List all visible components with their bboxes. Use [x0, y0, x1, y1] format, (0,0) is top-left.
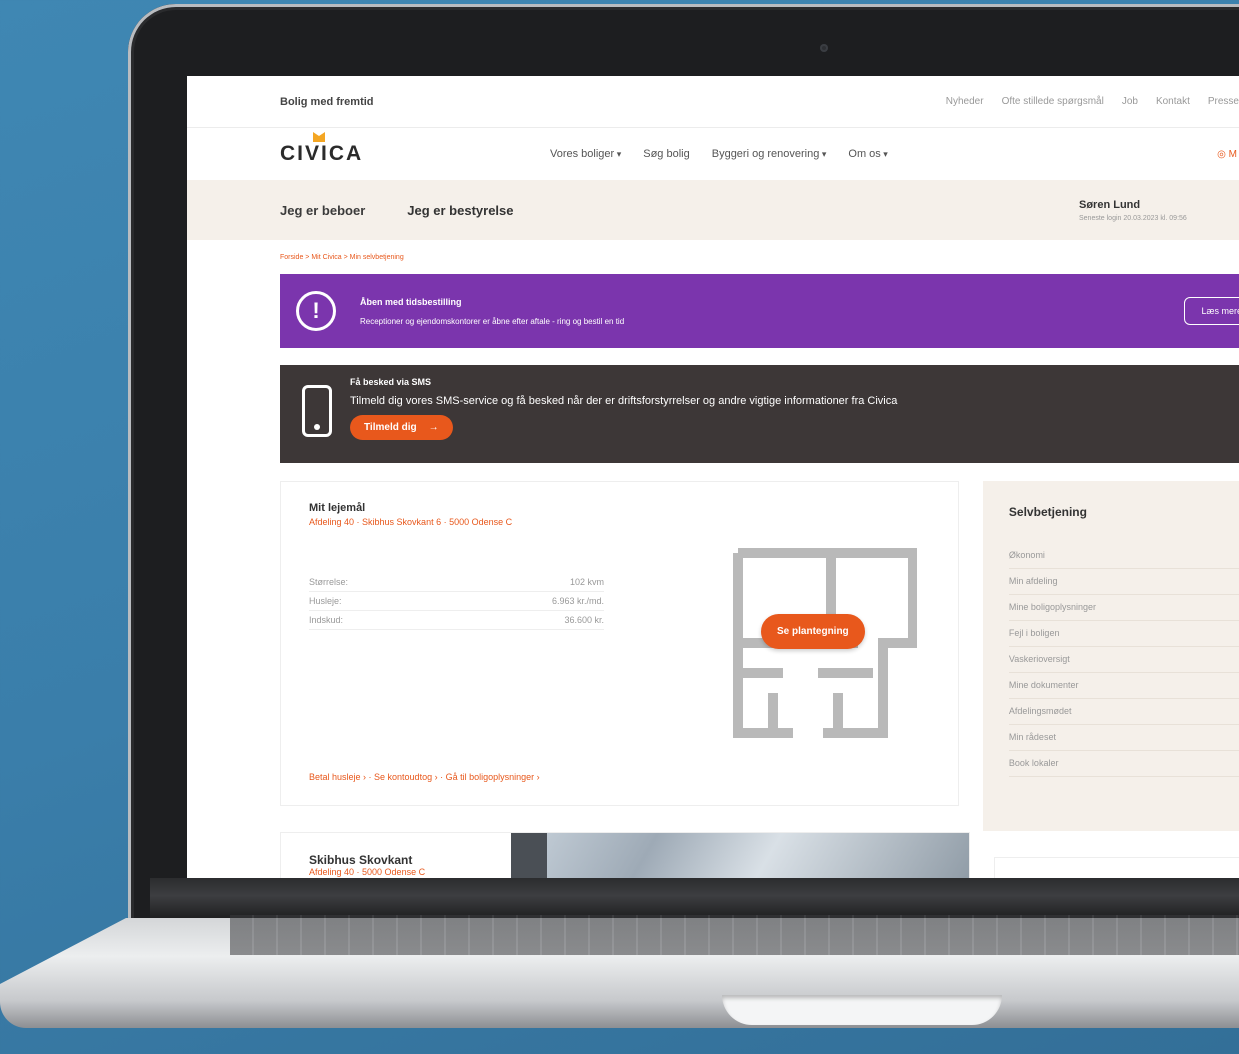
sms-banner: Få besked via SMS Tilmeld dig vores SMS-… [280, 365, 1239, 463]
keyboard-edge [230, 915, 1239, 955]
lease-address: Afdeling 40 · Skibhus Skovkant 6 · 5000 … [309, 517, 513, 527]
exclamation-icon: ! [296, 291, 336, 331]
main-menu: Vores boliger Søg bolig Byggeri og renov… [550, 148, 888, 160]
breadcrumb[interactable]: Forside > Mit Civica > Min selvbetjening [187, 240, 1239, 274]
lease-card: Mit lejemål Afdeling 40 · Skibhus Skovka… [280, 481, 959, 806]
selfservice-item[interactable]: Min afdeling [1008, 569, 1239, 595]
top-link-job[interactable]: Job [1122, 96, 1138, 107]
top-bar: Bolig med fremtid Nyheder Ofte stillede … [187, 76, 1239, 128]
selfservice-item[interactable]: Book lokaler [1008, 751, 1239, 777]
lease-facts: Størrelse: 102 kvm Husleje: 6.963 kr./md. … [309, 573, 604, 630]
building-photo [511, 833, 969, 879]
selfservice-item[interactable]: Vaskerioversigt [1008, 647, 1239, 673]
selfservice-panel: Selvbetjening Økonomi Min afdeling Mine … [982, 481, 1239, 831]
sms-signup-button[interactable]: Tilmeld dig → [350, 415, 453, 440]
selfservice-item[interactable]: Min rådeset [1008, 725, 1239, 751]
menu-soeg-bolig[interactable]: Søg bolig [643, 148, 689, 160]
selfservice-item[interactable]: Mine dokumenter [1008, 673, 1239, 699]
trackpad-notch [722, 995, 1002, 1025]
selfservice-title: Selvbetjening [1008, 505, 1087, 519]
main-content: Mit lejemål Afdeling 40 · Skibhus Skovka… [280, 481, 1239, 831]
logo-crown-icon [313, 132, 325, 142]
lease-links[interactable]: Betal husleje › · Se kontoudtog › · Gå t… [309, 772, 540, 782]
tab-beboer[interactable]: Jeg er beboer [280, 203, 365, 218]
floorplan-button[interactable]: Se plantegning [761, 614, 865, 649]
role-subnav: Jeg er beboer Jeg er bestyrelse Søren Lu… [187, 180, 1239, 240]
sms-title: Få besked via SMS [350, 377, 432, 387]
department-card: Skibhus Skovkant Afdeling 40 · 5000 Oden… [280, 832, 970, 879]
user-info: Søren Lund Seneste login 20.03.2023 kl. … [1079, 199, 1239, 222]
menu-byggeri[interactable]: Byggeri og renovering [712, 148, 827, 160]
alert-title: Åben med tidsbestilling [360, 296, 462, 307]
fact-row: Indskud: 36.600 kr. [309, 611, 604, 630]
civica-logo[interactable]: CIVICA [280, 132, 370, 166]
top-link-news[interactable]: Nyheder [946, 96, 984, 107]
alert-banner: ! Åben med tidsbestilling Receptioner og… [280, 274, 1239, 348]
webcam [820, 44, 828, 52]
last-login: Seneste login 20.03.2023 kl. 09:56 [1079, 214, 1187, 222]
laptop-screen: Bolig med fremtid Nyheder Ofte stillede … [187, 76, 1239, 879]
tagline: Bolig med fremtid [280, 95, 374, 108]
read-more-button[interactable]: Læs mere [1184, 297, 1239, 325]
top-link-faq[interactable]: Ofte stillede spørgsmål [1002, 96, 1104, 107]
fact-row: Husleje: 6.963 kr./md. [309, 592, 604, 611]
top-link-contact[interactable]: Kontakt [1156, 96, 1190, 107]
menu-om-os[interactable]: Om os [848, 148, 887, 160]
top-link-press[interactable]: Presse [1208, 96, 1239, 107]
top-links: Nyheder Ofte stillede spørgsmål Job Kont… [946, 96, 1239, 107]
user-icon[interactable]: ◎ M [1217, 149, 1239, 160]
main-nav: CIVICA Vores boliger Søg bolig Byggeri o… [187, 128, 1239, 180]
secondary-panel [994, 857, 1239, 879]
alert-body: Receptioner og ejendomskontorer er åbne … [360, 316, 625, 326]
fact-row: Størrelse: 102 kvm [309, 573, 604, 592]
selfservice-item[interactable]: Fejl i boligen [1008, 621, 1239, 647]
lease-title: Mit lejemål [309, 502, 366, 514]
sms-body: Tilmeld dig vores SMS-service og få besk… [350, 395, 898, 407]
selfservice-item[interactable]: Økonomi [1008, 543, 1239, 569]
menu-vores-boliger[interactable]: Vores boliger [550, 148, 621, 160]
arrow-right-icon: → [428, 422, 439, 433]
user-name: Søren Lund [1079, 198, 1141, 211]
tab-bestyrelse[interactable]: Jeg er bestyrelse [407, 203, 513, 218]
selfservice-item[interactable]: Mine boligoplysninger [1008, 595, 1239, 621]
phone-icon [302, 385, 332, 437]
selfservice-item[interactable]: Afdelingsmødet [1008, 699, 1239, 725]
